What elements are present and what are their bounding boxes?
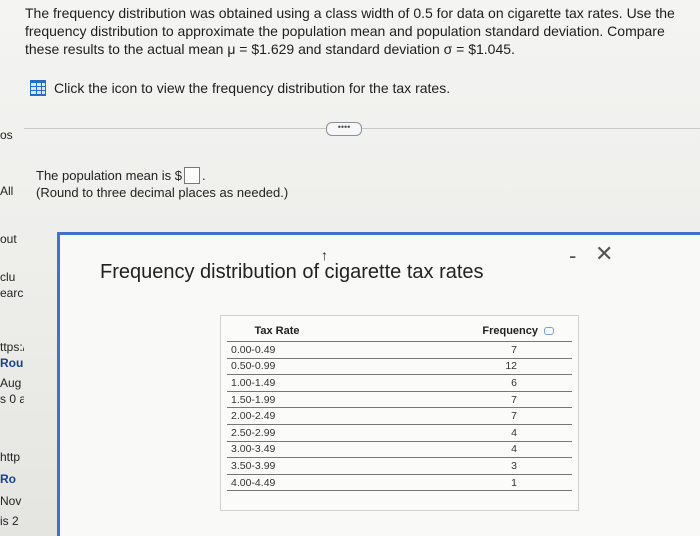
edge-text: ttps:/: [0, 340, 24, 354]
edge-text: All: [0, 184, 14, 198]
rounding-note: (Round to three decimal places as needed…: [36, 185, 289, 200]
question-text: The frequency distribution was obtained …: [25, 5, 675, 57]
tax-rate-cell: 3.50-3.99: [227, 457, 327, 475]
tax-rate-cell: 0.50-0.99: [227, 357, 327, 375]
frequency-cell: 12: [327, 357, 572, 375]
mean-answer-line: The population mean is $ .: [36, 167, 206, 184]
frequency-distribution-popup: ↑ - ✕ Frequency distribution of cigarett…: [57, 232, 700, 536]
data-icon-row[interactable]: Click the icon to view the frequency dis…: [30, 80, 450, 96]
mean-answer-input[interactable]: [183, 167, 200, 184]
edge-text: out: [0, 232, 17, 246]
close-button[interactable]: ✕: [595, 241, 613, 267]
edge-text: http: [0, 450, 21, 464]
frequency-cell: 6: [327, 374, 572, 392]
tax-rate-cell: 1.00-1.49: [227, 374, 327, 392]
tax-rate-cell: 0.00-0.49: [227, 341, 327, 359]
popup-title: Frequency distribution of cigarette tax …: [100, 261, 484, 283]
frequency-cell: 7: [327, 341, 572, 359]
frequency-cell: 4: [327, 423, 572, 442]
frequency-table: Tax Rate Frequency 0.00-0.49 7 0.50-0.99 1…: [227, 322, 572, 492]
icon-prompt: Click the icon to view the frequency dis…: [54, 80, 451, 96]
edge-text: is 2: [0, 514, 19, 528]
edge-text: earc: [0, 286, 24, 300]
frequency-header: Frequency: [327, 322, 572, 342]
tax-rate-cell: 4.00-4.49: [227, 473, 327, 492]
edge-text: Ro: [0, 472, 16, 486]
mean-suffix: .: [201, 168, 206, 183]
frequency-table-container: Tax Rate Frequency 0.00-0.49 7 0.50-0.99 1…: [220, 315, 579, 511]
tax-rate-cell: 2.50-2.99: [227, 423, 327, 442]
divider: [24, 128, 700, 129]
table-grid-icon[interactable]: [30, 80, 46, 96]
tax-rate-cell: 2.00-2.49: [227, 407, 327, 425]
tax-rate-header: Tax Rate: [254, 324, 300, 337]
tax-rate-cell: 1.50-1.99: [227, 390, 327, 408]
edge-text: Aug 2: [0, 376, 24, 390]
edge-text: s 0 ar: [0, 392, 24, 406]
copy-icon[interactable]: [544, 326, 554, 335]
frequency-cell: 3: [327, 457, 572, 475]
homework-page: The frequency distribution was obtained …: [0, 0, 700, 536]
frequency-cell: 4: [327, 440, 572, 458]
frequency-header-label: Frequency: [482, 324, 538, 337]
edge-text: clu: [0, 270, 16, 284]
frequency-cell: 7: [327, 407, 572, 425]
tax-rate-cell: 3.00-3.49: [227, 440, 327, 458]
minimize-button[interactable]: -: [569, 243, 576, 269]
mean-prompt: The population mean is $: [36, 168, 182, 183]
frequency-cell: 7: [327, 390, 572, 408]
more-button[interactable]: ••••: [326, 122, 362, 136]
edge-text: Rour: [0, 356, 24, 370]
frequency-cell: 1: [327, 473, 572, 492]
edge-text: os: [0, 128, 13, 142]
browser-left-edge: os All out clu earc ttps:/ Rour Aug 2 s …: [0, 120, 24, 536]
edge-text: Nov: [0, 494, 22, 508]
